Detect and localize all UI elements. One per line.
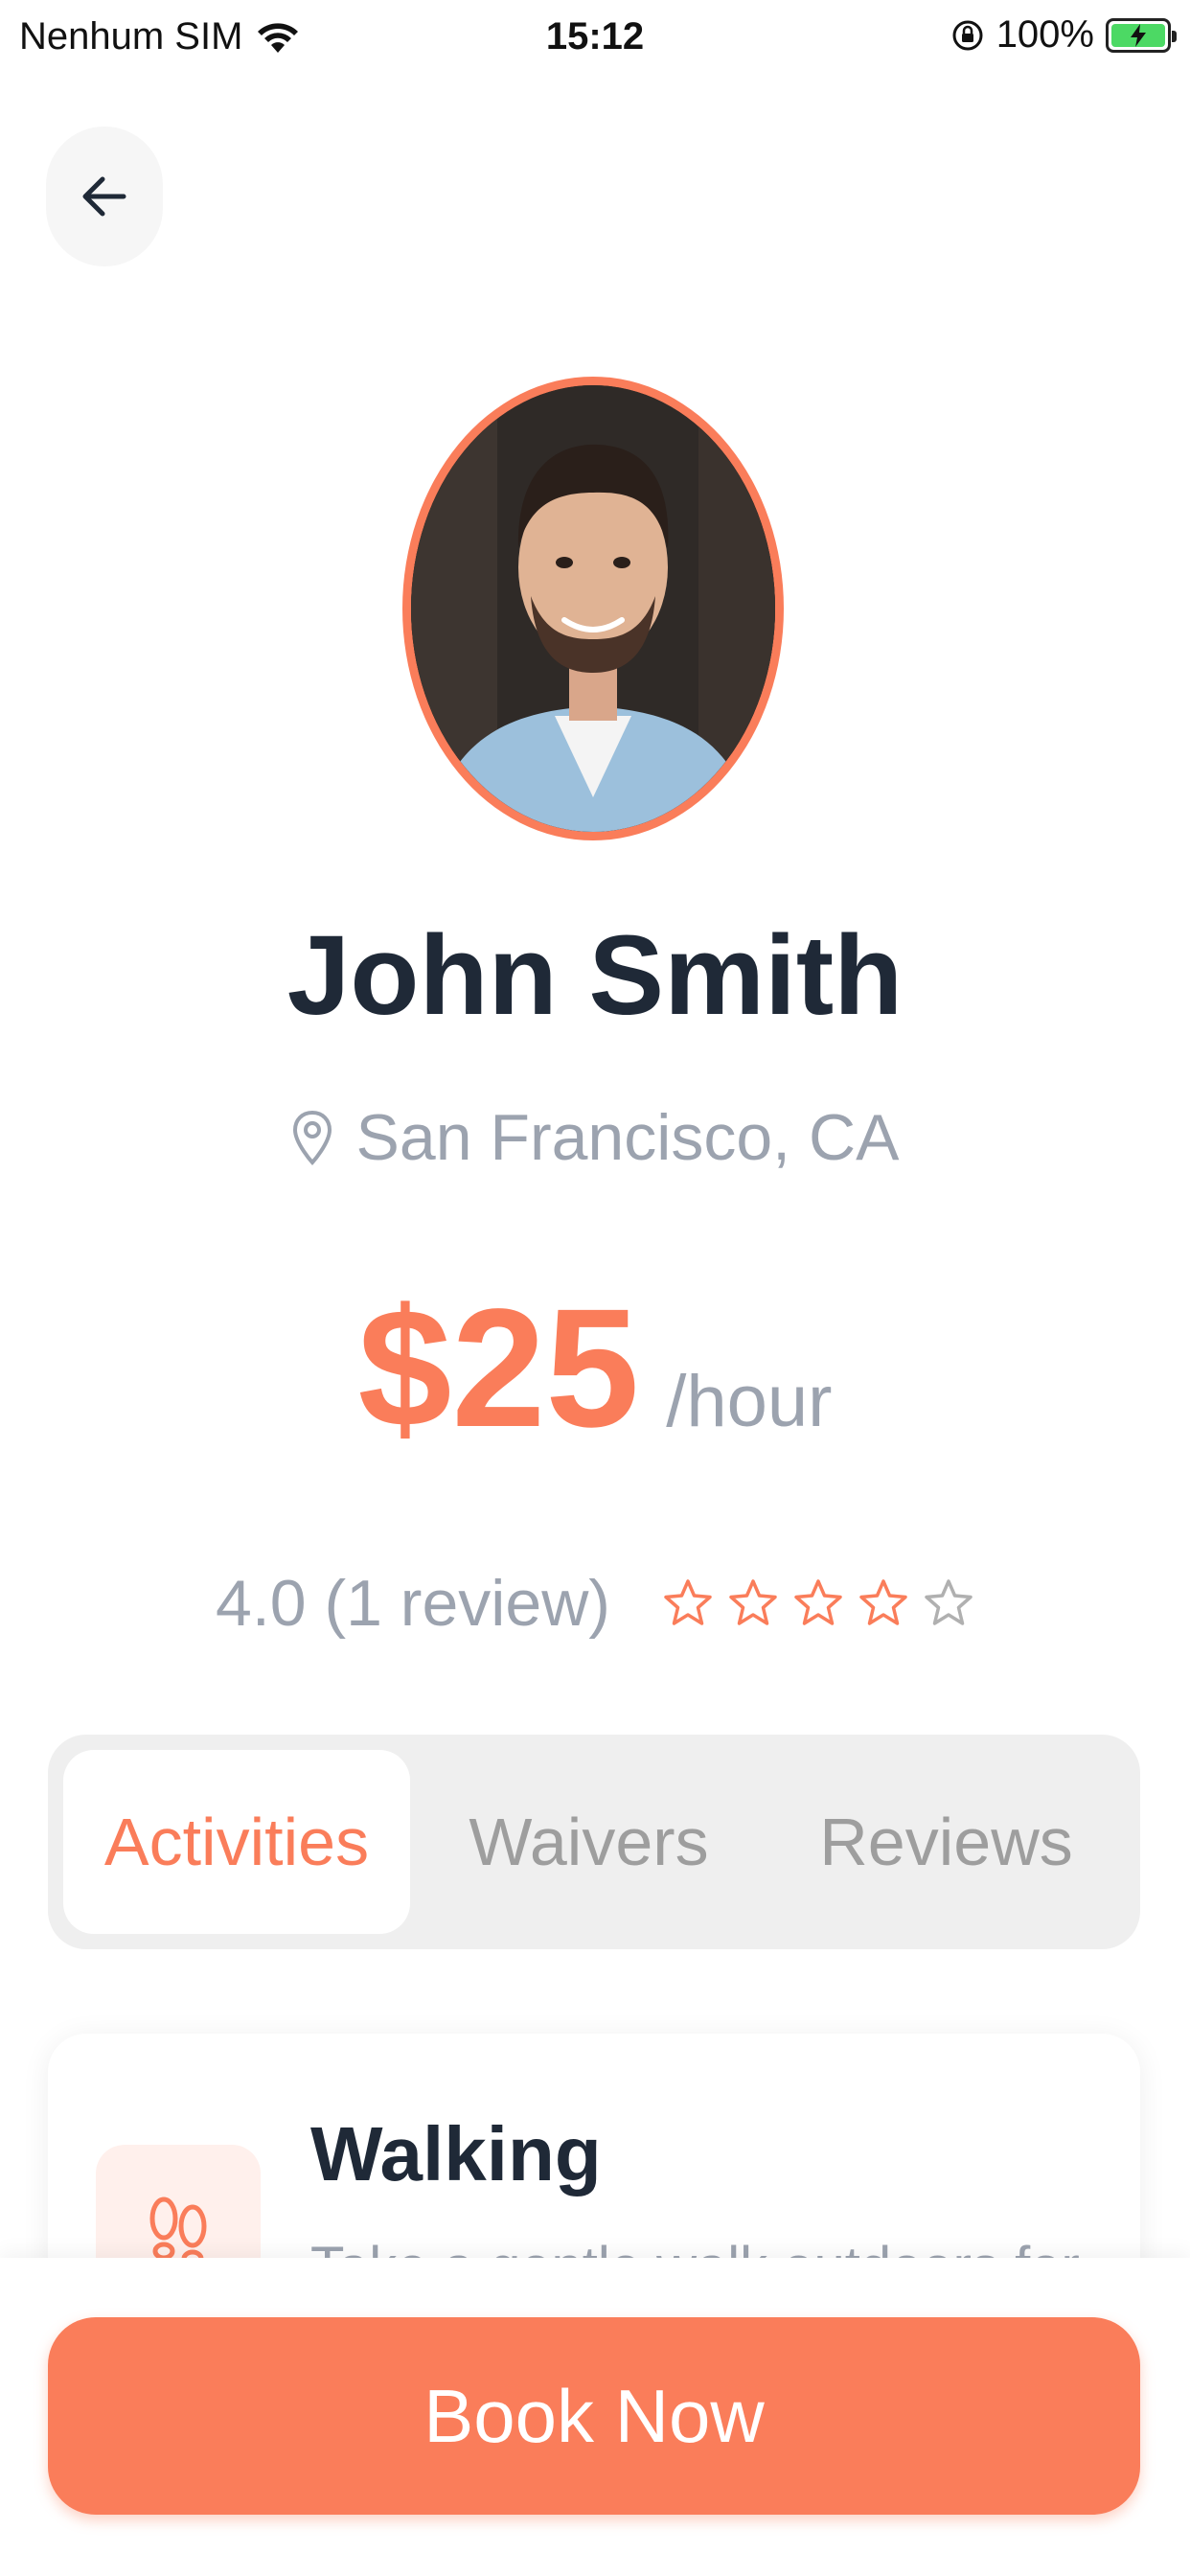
- rating-stars: [662, 1577, 974, 1629]
- star-filled-icon: [794, 1579, 842, 1625]
- avatar-photo: [411, 385, 775, 832]
- profile-location: San Francisco, CA: [0, 1100, 1190, 1175]
- bottom-bar: Book Now: [0, 2258, 1190, 2576]
- back-button[interactable]: [46, 126, 163, 266]
- tab-bar: Activities Waivers Reviews: [48, 1735, 1140, 1949]
- arrow-left-icon: [82, 176, 126, 217]
- location-label: San Francisco, CA: [355, 1101, 900, 1174]
- map-pin-icon: [292, 1110, 332, 1165]
- activity-title: Walking: [310, 2111, 602, 2196]
- rating-text: 4.0 (1 review): [216, 1567, 610, 1640]
- avatar: [402, 377, 784, 840]
- tab-waivers[interactable]: Waivers: [410, 1750, 767, 1934]
- price-unit: /hour: [666, 1361, 833, 1442]
- star-filled-icon: [859, 1579, 907, 1625]
- star-filled-icon: [664, 1579, 712, 1625]
- price-row: $25 /hour: [0, 1284, 1190, 1453]
- status-right: 100%: [950, 13, 1177, 57]
- tab-reviews[interactable]: Reviews: [767, 1750, 1125, 1934]
- star-empty-icon: [925, 1579, 973, 1625]
- tab-activities[interactable]: Activities: [63, 1750, 410, 1934]
- lock-rotation-icon: [952, 20, 983, 50]
- book-now-button[interactable]: Book Now: [48, 2317, 1140, 2515]
- rating-row: 4.0 (1 review): [0, 1566, 1190, 1641]
- profile-name: John Smith: [286, 912, 904, 1039]
- battery-percent: 100%: [995, 13, 1094, 56]
- status-bar: Nenhum SIM 15:12 100%: [0, 0, 1190, 72]
- star-filled-icon: [729, 1579, 777, 1625]
- price-value: $25: [357, 1275, 640, 1462]
- battery-charging-icon: [1106, 17, 1177, 53]
